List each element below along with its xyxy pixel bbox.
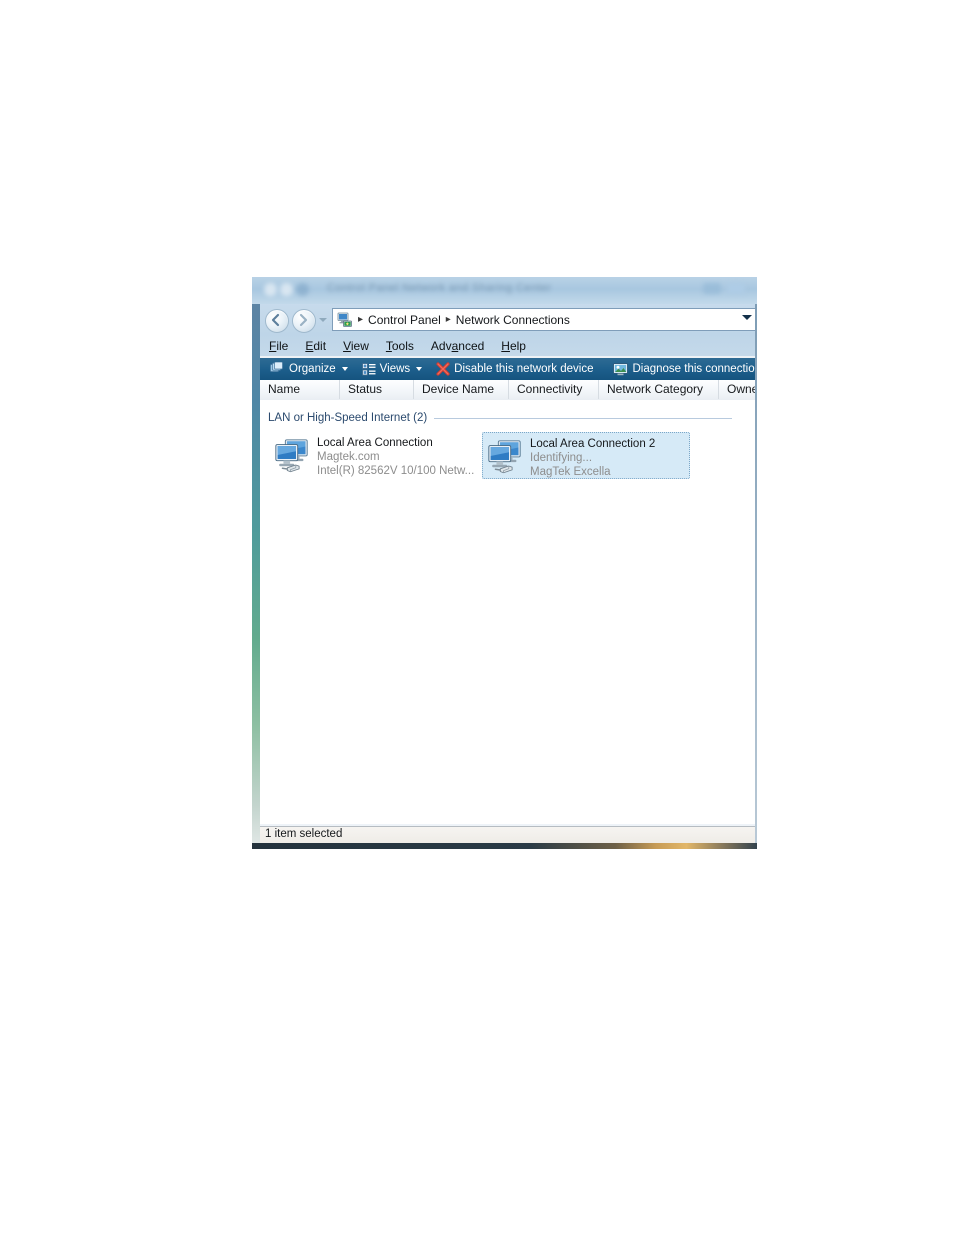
window-controls[interactable] xyxy=(697,281,753,297)
organize-label: Organize xyxy=(289,363,336,375)
caret-down-icon xyxy=(416,367,423,371)
connection-status: Magtek.com xyxy=(317,451,380,463)
group-header-rule xyxy=(434,417,732,419)
breadcrumb-separator-1: ▸ xyxy=(445,314,451,325)
views-button[interactable]: Views xyxy=(358,358,426,380)
column-header-owner[interactable]: Owne xyxy=(719,380,757,399)
menu-bar: File Edit View Tools Advanced Help xyxy=(260,336,757,356)
menu-item-edit[interactable]: Edit xyxy=(305,339,326,353)
network-connections-icon xyxy=(337,312,352,327)
connection-device: Intel(R) 82562V 10/100 Netw... xyxy=(317,465,475,477)
views-list-icon xyxy=(361,362,376,375)
breadcrumb-network-connections[interactable]: Network Connections xyxy=(456,313,570,327)
maximize-button[interactable] xyxy=(727,283,745,294)
diagnose-connection-label: Diagnose this connection xyxy=(632,363,757,375)
organize-button[interactable]: Organize xyxy=(266,358,352,380)
window-left-edge xyxy=(252,304,260,843)
list-item[interactable]: Local Area Connection Magtek.com Intel(R… xyxy=(270,432,478,479)
menu-item-tools[interactable]: Tools xyxy=(386,339,414,353)
status-bar: 1 item selected xyxy=(260,826,757,843)
list-item-text: Local Area Connection 2 Identifying... M… xyxy=(530,436,655,479)
list-item-text: Local Area Connection Magtek.com Intel(R… xyxy=(317,435,474,478)
menu-item-view[interactable]: View xyxy=(343,339,369,353)
menu-item-help[interactable]: Help xyxy=(501,339,526,353)
address-bar-row: ▸ Control Panel ▸ Network Connections xyxy=(252,304,757,336)
connection-name: Local Area Connection xyxy=(317,437,433,449)
recent-pages-button[interactable] xyxy=(319,318,327,322)
list-item[interactable]: Local Area Connection 2 Identifying... M… xyxy=(482,432,690,479)
column-header-device-name[interactable]: Device Name xyxy=(414,380,509,399)
network-adapter-icon xyxy=(488,440,521,474)
network-connections-window: Control Panel Network and Sharing Center xyxy=(252,277,757,849)
caret-down-icon xyxy=(341,367,348,371)
disable-device-button[interactable]: Disable this network device xyxy=(432,358,597,380)
column-header-status[interactable]: Status xyxy=(340,380,414,399)
column-header-network-category[interactable]: Network Category xyxy=(599,380,719,399)
command-toolbar: Organize Views Disable this network devi… xyxy=(260,358,757,380)
menu-item-advanced[interactable]: Advanced xyxy=(431,339,484,353)
menu-item-file[interactable]: File xyxy=(269,339,288,353)
connection-name: Local Area Connection 2 xyxy=(530,438,656,450)
red-x-icon xyxy=(436,362,450,376)
window-right-edge xyxy=(755,304,757,843)
minimize-button[interactable] xyxy=(703,283,721,294)
forward-arrow-icon xyxy=(299,313,308,327)
back-arrow-icon xyxy=(271,313,280,327)
connection-device: MagTek Excella xyxy=(530,466,611,478)
back-button[interactable] xyxy=(265,309,289,333)
title-bar[interactable]: Control Panel Network and Sharing Center xyxy=(252,277,757,304)
column-header-connectivity[interactable]: Connectivity xyxy=(509,380,599,399)
diagnose-monitor-icon xyxy=(613,362,629,375)
window-bottom-edge xyxy=(252,843,757,849)
title-bar-icon-group xyxy=(262,280,322,299)
chevron-down-icon[interactable] xyxy=(742,315,752,320)
diagnose-connection-button[interactable]: Diagnose this connection xyxy=(609,358,757,380)
column-header-row: Name Status Device Name Connectivity Net… xyxy=(260,380,757,401)
status-bar-text: 1 item selected xyxy=(265,828,343,840)
disable-device-label: Disable this network device xyxy=(454,363,594,375)
breadcrumb-control-panel[interactable]: Control Panel xyxy=(368,313,441,327)
column-header-name[interactable]: Name xyxy=(260,380,340,399)
window-title: Control Panel Network and Sharing Center xyxy=(327,282,552,294)
network-adapter-icon xyxy=(275,439,308,473)
group-header-lan: LAN or High-Speed Internet (2) xyxy=(268,410,738,426)
forward-button[interactable] xyxy=(292,309,316,333)
organize-folders-icon xyxy=(270,362,283,372)
connection-status: Identifying... xyxy=(530,452,593,464)
page-canvas: Control Panel Network and Sharing Center xyxy=(0,0,954,1235)
connections-list: LAN or High-Speed Internet (2) Local Are… xyxy=(260,400,757,824)
breadcrumb-separator-0: ▸ xyxy=(358,314,364,325)
group-header-label: LAN or High-Speed Internet (2) xyxy=(268,412,428,424)
views-label: Views xyxy=(379,363,411,375)
address-bar[interactable]: ▸ Control Panel ▸ Network Connections xyxy=(332,308,756,331)
